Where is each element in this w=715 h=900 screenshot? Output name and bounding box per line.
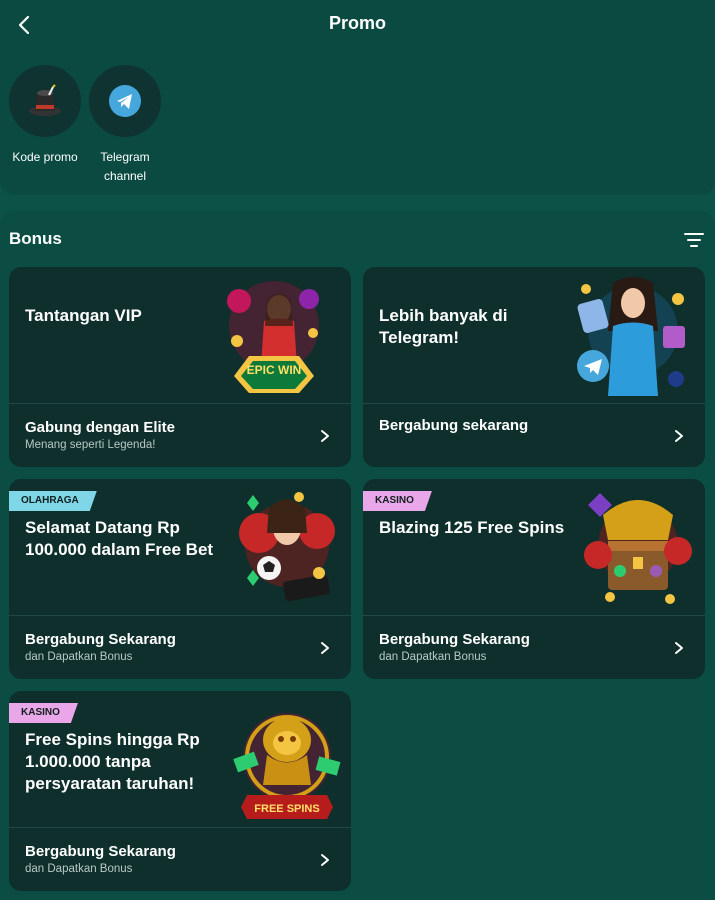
bonus-section-title: Bonus — [9, 229, 62, 248]
bonus-card-free-spins[interactable]: KASINO Free Spins hingga Rp 1.000.000 ta… — [9, 691, 351, 891]
magic-hat-icon — [29, 84, 61, 116]
bonus-card-vip[interactable]: Tantangan VIP EPIC WIN Gabung dengan Eli… — [9, 267, 351, 467]
epic-win-slot-art: EPIC WIN — [227, 281, 319, 393]
shortcut-telegram-channel[interactable]: Telegram channel — [80, 65, 170, 186]
golden-lion-free-spins-art: FREE SPINS — [233, 713, 341, 819]
chevron-right-icon — [675, 430, 683, 442]
card-footer-title: Bergabung sekarang — [379, 417, 529, 434]
card-footer-subtitle: dan Dapatkan Bonus — [25, 651, 133, 663]
football-girl-art — [239, 492, 335, 602]
treasure-chest-art — [584, 493, 692, 604]
filter-icon — [684, 233, 704, 247]
epic-win-text: EPIC WIN — [247, 363, 302, 377]
card-footer-subtitle: dan Dapatkan Bonus — [379, 651, 487, 663]
tag-casino-badge: KASINO — [363, 491, 432, 511]
page-title: Promo — [328, 13, 386, 33]
shortcut-label: Telegram channel — [100, 150, 150, 183]
card-title: Free Spins hingga Rp 1.000.000 tanpa per… — [25, 730, 200, 793]
tag-casino-badge: KASINO — [9, 703, 78, 723]
chevron-right-icon — [321, 430, 329, 442]
bonus-card-telegram[interactable]: Lebih banyak di Telegram! Bergabung seka… — [363, 267, 705, 467]
card-title: Lebih banyak di Telegram! — [379, 306, 508, 347]
chevron-right-icon — [675, 642, 683, 654]
card-title: Tantangan VIP — [25, 306, 142, 325]
free-spins-text: FREE SPINS — [254, 803, 319, 815]
card-title: Blazing 125 Free Spins — [379, 518, 565, 537]
filter-button[interactable] — [683, 230, 705, 250]
bonus-card-sport-welcome[interactable]: OLAHRAGA Selamat Datang Rp 100.000 dalam… — [9, 479, 351, 679]
card-footer-title: Gabung dengan Elite — [25, 419, 176, 436]
card-footer-subtitle: dan Dapatkan Bonus — [25, 863, 133, 875]
chevron-right-icon — [321, 854, 329, 866]
shortcut-label: Kode promo — [12, 150, 78, 164]
telegram-icon — [109, 85, 141, 117]
card-footer-title: Bergabung Sekarang — [379, 631, 530, 648]
tag-sport-badge: OLAHRAGA — [9, 491, 97, 511]
card-footer-title: Bergabung Sekarang — [25, 843, 176, 860]
telegram-girl-art — [577, 277, 685, 396]
chevron-right-icon — [321, 642, 329, 654]
bonus-card-blazing-spins[interactable]: KASINO Blazing 125 Free Spins Bergabung … — [363, 479, 705, 679]
card-footer-title: Bergabung Sekarang — [25, 631, 176, 648]
shortcut-promo-code[interactable]: Kode promo — [0, 65, 90, 167]
card-footer-subtitle: Menang seperti Legenda! — [25, 439, 156, 451]
card-title: Selamat Datang Rp 100.000 dalam Free Bet — [25, 518, 214, 559]
